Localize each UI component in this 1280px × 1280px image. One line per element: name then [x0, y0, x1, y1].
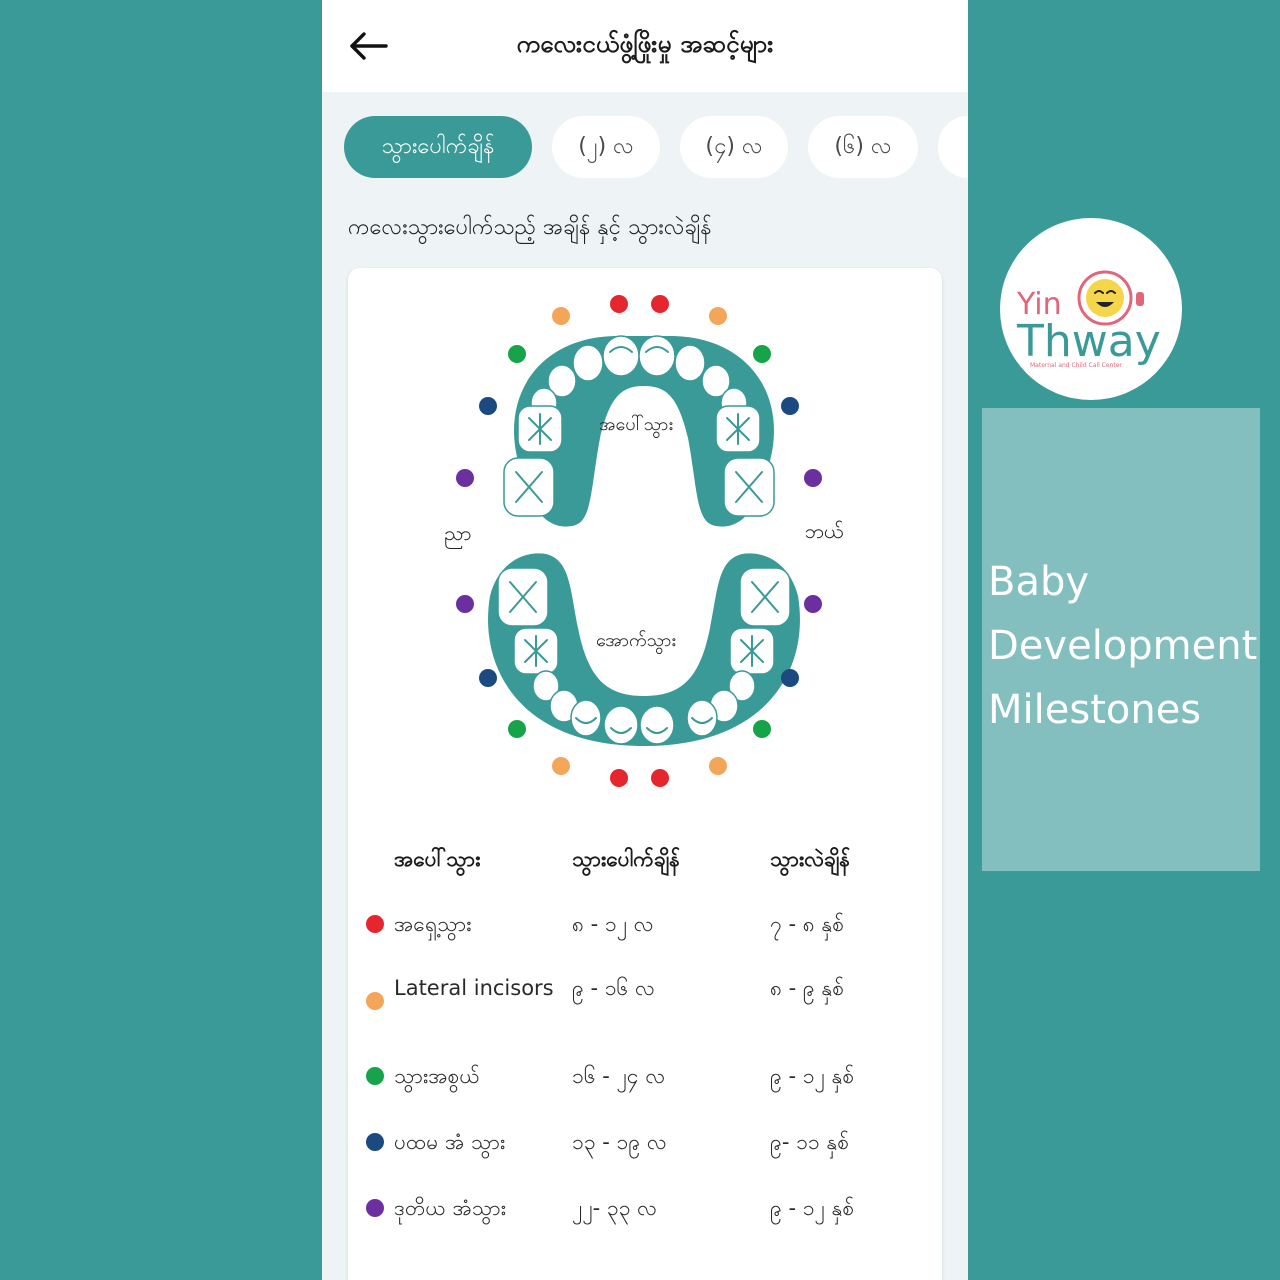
upper-teeth-label: အပေါ်သွား	[599, 414, 673, 438]
promo-title: Baby Development Milestones	[988, 550, 1257, 742]
tab-more[interactable]	[938, 116, 968, 178]
lower-teeth-label: အောက်သွား	[596, 630, 676, 654]
erupt-time: ၂၂- ၃၃ လ	[572, 1196, 657, 1220]
shed-time: ၉ - ၁၂ နှစ်	[770, 1196, 855, 1220]
teeth-card: အပေါ်သွား အောက်သွား ညာ ဘယ် အပေါ်သွား သွာ…	[348, 268, 942, 1280]
erupt-time: ၉ - ၁၆ လ	[572, 976, 655, 1000]
tooth-name: ပထမ အံ သွား	[394, 1130, 506, 1154]
legend-dot	[366, 992, 384, 1010]
erupt-time: ၁၆ - ၂၄ လ	[572, 1064, 666, 1088]
shed-time: ၇ - ၈ နှစ်	[770, 912, 845, 936]
tooth-name: သွားအစွယ်	[394, 1064, 480, 1088]
phone-screen: ကလေးငယ်ဖွံ့ဖြိုးမှု အဆင့်များ သွားပေါက်ခ…	[322, 0, 968, 1280]
tooth-name: Lateral incisors	[394, 976, 554, 1000]
erupt-time: ၈ - ၁၂ လ	[572, 912, 654, 936]
yin-thway-logo: Yin Thway Maternal and Child Call Center	[1016, 270, 1161, 369]
shed-time: ၉ - ၁၂ နှစ်	[770, 1064, 855, 1088]
svg-text:Thway: Thway	[1016, 316, 1161, 367]
shed-time: ၉- ၁၁ နှစ်	[770, 1130, 850, 1154]
tab-2-months[interactable]: (၂) လ	[552, 116, 660, 178]
app-bar: ကလေးငယ်ဖွံ့ဖြိုးမှု အဆင့်များ	[322, 0, 968, 92]
page-title: ကလေးငယ်ဖွံ့ဖြိုးမှု အဆင့်များ	[516, 30, 774, 58]
section-label: ကလေးသွားပေါက်သည့် အချိန် နှင့် သွားလဲချိ…	[348, 215, 712, 240]
tab-bar: သွားပေါက်ချိန် (၂) လ (၄) လ (၆) လ	[344, 116, 968, 180]
legend-dot	[366, 1133, 384, 1151]
tooth-name: ဒုတိယ အံသွား	[394, 1196, 507, 1220]
table-header-tooth: အပေါ်သွား	[394, 847, 481, 871]
svg-text:Maternal and Child Call Center: Maternal and Child Call Center	[1030, 362, 1122, 369]
promo-line-3: Milestones	[988, 687, 1202, 733]
promo-panel: Baby Development Milestones	[982, 408, 1260, 871]
left-side-label: ဘယ်	[805, 519, 844, 543]
tab-6-months[interactable]: (၆) လ	[808, 116, 918, 178]
teeth-diagram: အပေါ်သွား အောက်သွား ညာ ဘယ်	[444, 295, 844, 787]
table-header-erupt: သွားပေါက်ချိန်	[572, 847, 680, 871]
tab-teething[interactable]: သွားပေါက်ချိန်	[344, 116, 532, 178]
erupt-time: ၁၃ - ၁၉ လ	[572, 1130, 667, 1154]
legend-dot	[366, 1067, 384, 1085]
right-side-label: ညာ	[444, 521, 472, 549]
promo-line-1: Baby	[988, 559, 1090, 605]
brand-logo: Yin Thway Maternal and Child Call Center	[1000, 218, 1182, 400]
table-header-shed: သွားလဲချိန်	[770, 847, 850, 871]
tooth-name: အရှေ့သွား	[394, 912, 472, 936]
legend-dot	[366, 915, 384, 933]
legend-dot	[366, 1199, 384, 1217]
promo-line-2: Development	[988, 623, 1258, 669]
shed-time: ၈ - ၉ နှစ်	[770, 976, 845, 1000]
tab-4-months[interactable]: (၄) လ	[680, 116, 788, 178]
